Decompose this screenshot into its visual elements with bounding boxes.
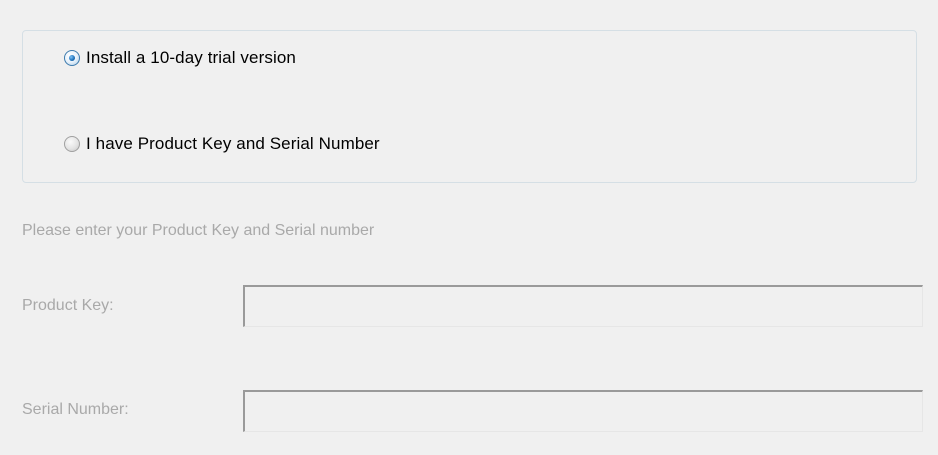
licensed-option-label[interactable]: I have Product Key and Serial Number: [86, 134, 380, 154]
product-key-input[interactable]: [243, 285, 923, 327]
licensed-option[interactable]: I have Product Key and Serial Number: [64, 134, 380, 154]
trial-option[interactable]: Install a 10-day trial version: [64, 48, 296, 68]
product-key-label: Product Key:: [22, 297, 114, 314]
install-type-group: Install a 10-day trial version I have Pr…: [22, 30, 917, 183]
trial-radio-button[interactable]: [64, 50, 80, 66]
licensed-radio-button[interactable]: [64, 136, 80, 152]
license-instruction: Please enter your Product Key and Serial…: [22, 222, 375, 239]
trial-option-label[interactable]: Install a 10-day trial version: [86, 48, 296, 68]
serial-number-label: Serial Number:: [22, 401, 129, 418]
license-options-panel: Install a 10-day trial version I have Pr…: [0, 0, 938, 455]
serial-number-input[interactable]: [243, 390, 923, 432]
